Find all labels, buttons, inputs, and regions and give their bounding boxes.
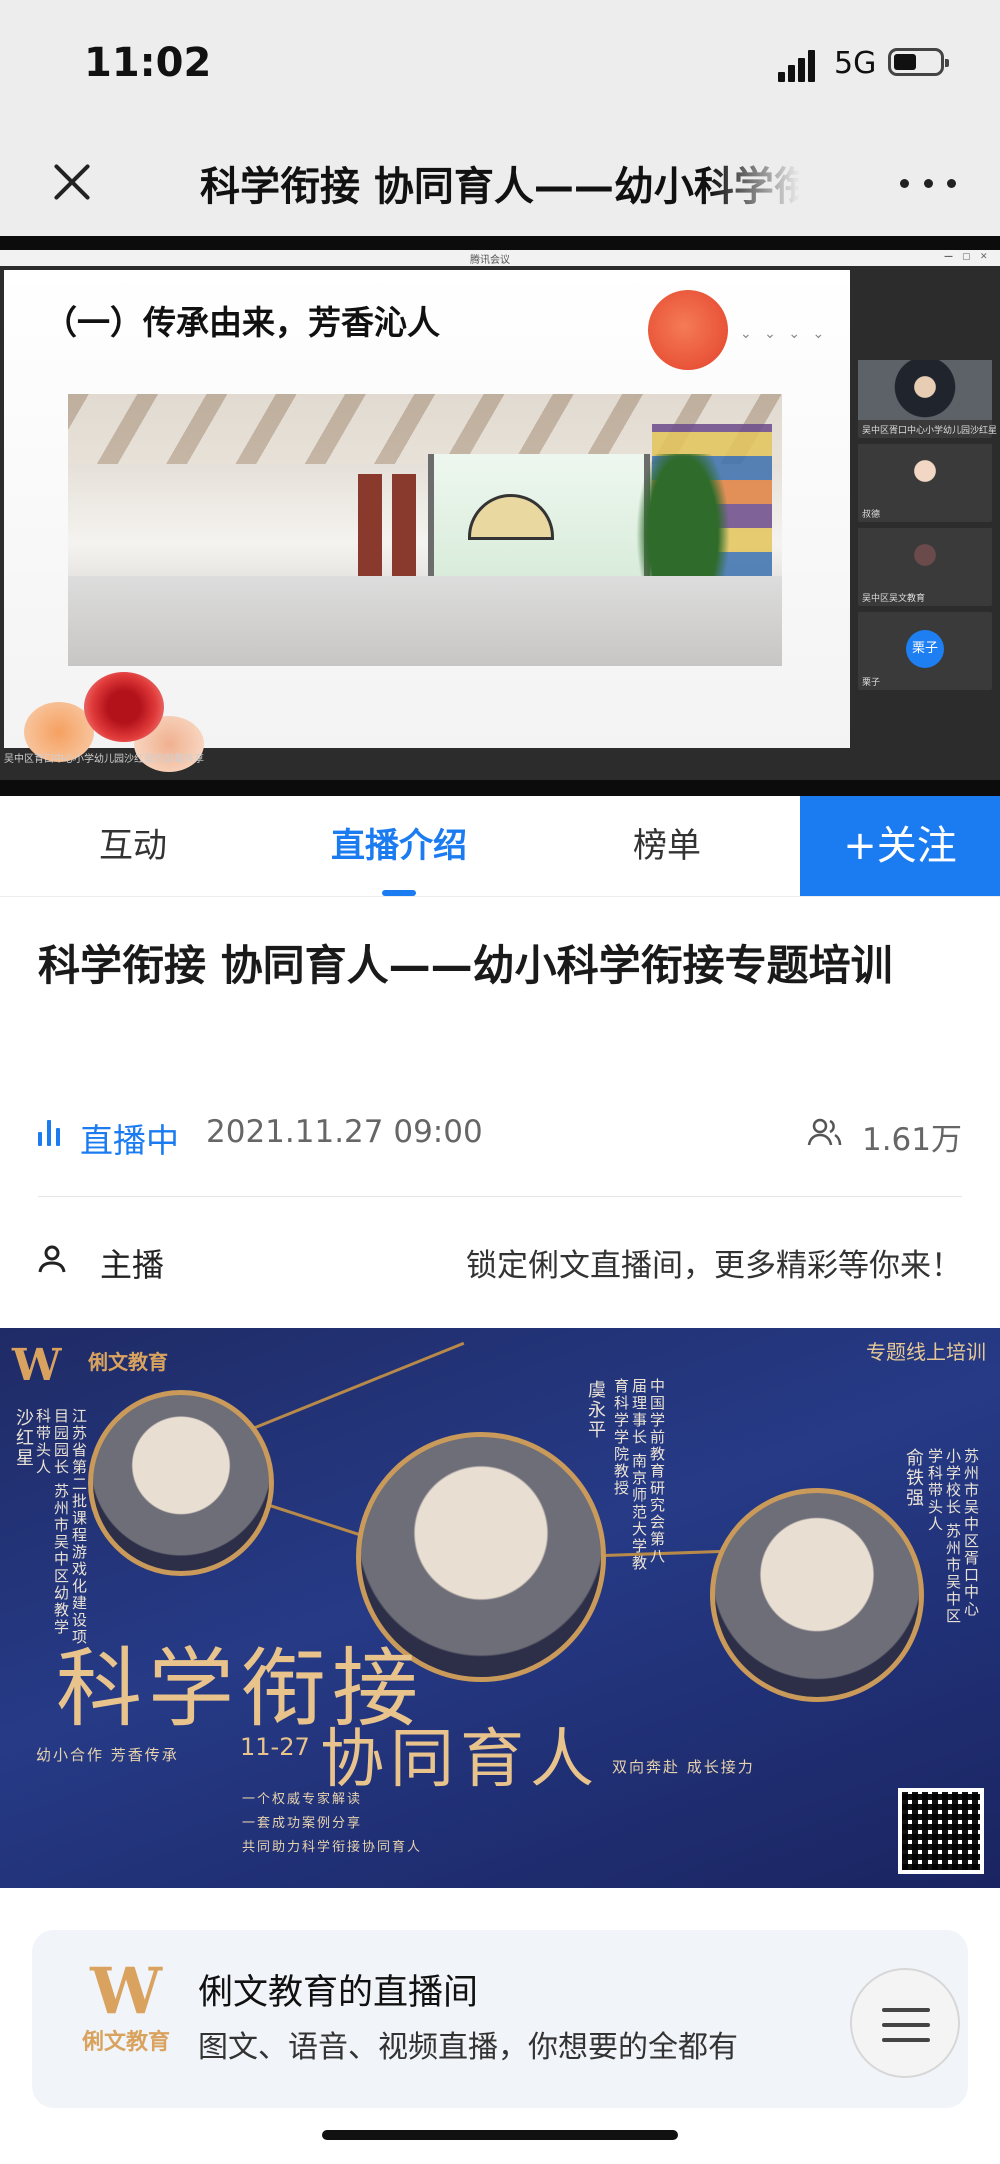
poster-logo-text: 俐文教育 (88, 1350, 168, 1374)
speaker2-name: 虞永平 (585, 1380, 606, 1440)
host-slogan: 锁定俐文直播间，更多精彩等你来！ (466, 1248, 962, 1284)
participant-name: 吴中区吴文教育 (862, 594, 926, 604)
close-icon[interactable] (48, 158, 96, 206)
sun-decoration (648, 290, 728, 370)
channel-title: 俐文教育的直播间 (198, 1973, 479, 2013)
speaker3-photo (710, 1488, 924, 1702)
signal-icon (778, 48, 818, 82)
host-label: 主播 (100, 1246, 165, 1284)
speaker1-photo (88, 1390, 274, 1576)
viewer-count: 1.61万 (861, 1122, 962, 1158)
live-title: 科学衔接 协同育人——幼小科学衔接专题培训 (38, 941, 893, 990)
follow-button[interactable]: +关注 (800, 796, 1000, 896)
participant-tile: 吴中区吴文教育 (858, 528, 992, 606)
menu-button[interactable] (850, 1968, 960, 2078)
live-title-section: 科学衔接 协同育人——幼小科学衔接专题培训 (38, 930, 962, 1002)
status-bar: 11:02 5G (0, 0, 1000, 128)
channel-logo-text: 俐文教育 (81, 2030, 170, 2055)
participant-tile: 吴中区胥口中心小学幼儿园沙红星 (858, 360, 997, 438)
event-poster: W 俐文教育 专题线上培训 沙红星 江苏省第二批课程游戏化建设项目园园长 苏州市… (0, 1328, 1000, 1888)
speaker3-name: 俞铁强 (903, 1448, 924, 1508)
participant-tile: 栗子 栗子 (858, 612, 992, 690)
menu-icon (882, 2008, 930, 2012)
status-time: 11:02 (84, 40, 212, 86)
logo-mark-icon: W (90, 1954, 162, 2029)
divider (38, 1196, 962, 1197)
participant-name: 吴中区胥口中心小学幼儿园沙红星 (862, 426, 998, 436)
channel-card[interactable]: W 俐文教育 俐文教育的直播间 图文、语音、视频直播，你想要的全都有 (32, 1930, 968, 2108)
hall-photo (68, 394, 782, 666)
person-icon (38, 1245, 66, 1273)
qr-code (898, 1788, 984, 1874)
live-meta-row: 直播中 2021.11.27 09:00 1.61万 (38, 1108, 962, 1160)
meeting-window: 腾讯会议 — ▢ ✕ （一）传承由来，芳香沁人 ⌄ ⌄ ⌄ ⌄ 吴中区胥口中心小学幼… (0, 250, 1000, 780)
tab-live-intro[interactable]: 直播介绍 (266, 796, 532, 896)
tab-interaction[interactable]: 互动 (0, 796, 266, 896)
participant-tile: 叔德 (858, 444, 992, 522)
speaker3-title: 苏州市吴中区胥口中心小学校长 苏州市吴中区学科带头人 (926, 1448, 980, 1625)
peony-decoration (14, 672, 214, 782)
host-row[interactable]: 主播 锁定俐文直播间，更多精彩等你来！ (38, 1230, 962, 1290)
poster-bullet: 一套成功案例分享 (242, 1816, 363, 1831)
home-indicator[interactable] (322, 2130, 678, 2140)
poster-slogan-left: 幼小合作 芳香传承 (36, 1746, 179, 1764)
battery-icon (888, 48, 949, 76)
channel-logo: W 俐文教育 (76, 1960, 176, 2070)
video-player[interactable]: 腾讯会议 — ▢ ✕ （一）传承由来，芳香沁人 ⌄ ⌄ ⌄ ⌄ 吴中区胥口中心小学幼… (0, 236, 1000, 796)
active-tab-indicator (382, 890, 416, 896)
poster-badge: 专题线上培训 (866, 1340, 986, 1364)
live-wave-icon (38, 1120, 62, 1146)
page-title: 科学衔接 协同育人——幼小科学衔接专题培训 (200, 164, 800, 210)
speaker2-title: 中国学前教育研究会第八届理事长 南京师范大学教育科学学院教授 (612, 1378, 666, 1572)
birds-decoration: ⌄ ⌄ ⌄ ⌄ (740, 326, 829, 342)
participant-avatar: 栗子 (906, 630, 944, 668)
participant-name: 叔德 (862, 510, 881, 520)
speaker1-name: 沙红星 (13, 1408, 34, 1468)
meeting-title-bar: 腾讯会议 — ▢ ✕ (0, 250, 1000, 266)
poster-bullet: 共同助力科学衔接协同育人 (242, 1840, 423, 1855)
nav-bar: 科学衔接 协同育人——幼小科学衔接专题培训 (0, 128, 1000, 236)
screen-share-caption: 吴中区育口中心小学幼儿园沙红星的屏幕共享 (4, 754, 204, 765)
viewers-icon (807, 1118, 842, 1146)
more-options-button[interactable] (900, 168, 956, 198)
poster-bullet: 一个权威专家解读 (242, 1792, 363, 1807)
live-status: 直播中 (80, 1121, 179, 1160)
participant-name: 栗子 (862, 678, 881, 688)
speaker1-title: 江苏省第二批课程游戏化建设项目园园长 苏州市吴中区幼教学科带头人 (34, 1408, 88, 1646)
shared-slide: （一）传承由来，芳香沁人 ⌄ ⌄ ⌄ ⌄ (4, 270, 850, 772)
meeting-window-title: 腾讯会议 (470, 255, 510, 266)
poster-headline-2: 协同育人 (320, 1723, 600, 1797)
network-type: 5G (834, 46, 877, 81)
live-date: 2021.11.27 09:00 (206, 1114, 483, 1150)
logo-mark-icon: W (12, 1340, 62, 1391)
slide-heading: （一）传承由来，芳香沁人 (44, 303, 440, 342)
tab-ranking[interactable]: 榜单 (534, 796, 800, 896)
poster-slogan-right: 双向奔赴 成长接力 (612, 1758, 755, 1776)
poster-bullets: 一个权威专家解读 一套成功案例分享 共同助力科学衔接协同育人 (242, 1788, 422, 1860)
participant-list: 吴中区胥口中心小学幼儿园沙红星 叔德 吴中区吴文教育 栗子 栗子 (858, 360, 997, 696)
channel-subtitle: 图文、语音、视频直播，你想要的全都有 (198, 2030, 738, 2065)
poster-date: 11-27 (240, 1733, 310, 1761)
